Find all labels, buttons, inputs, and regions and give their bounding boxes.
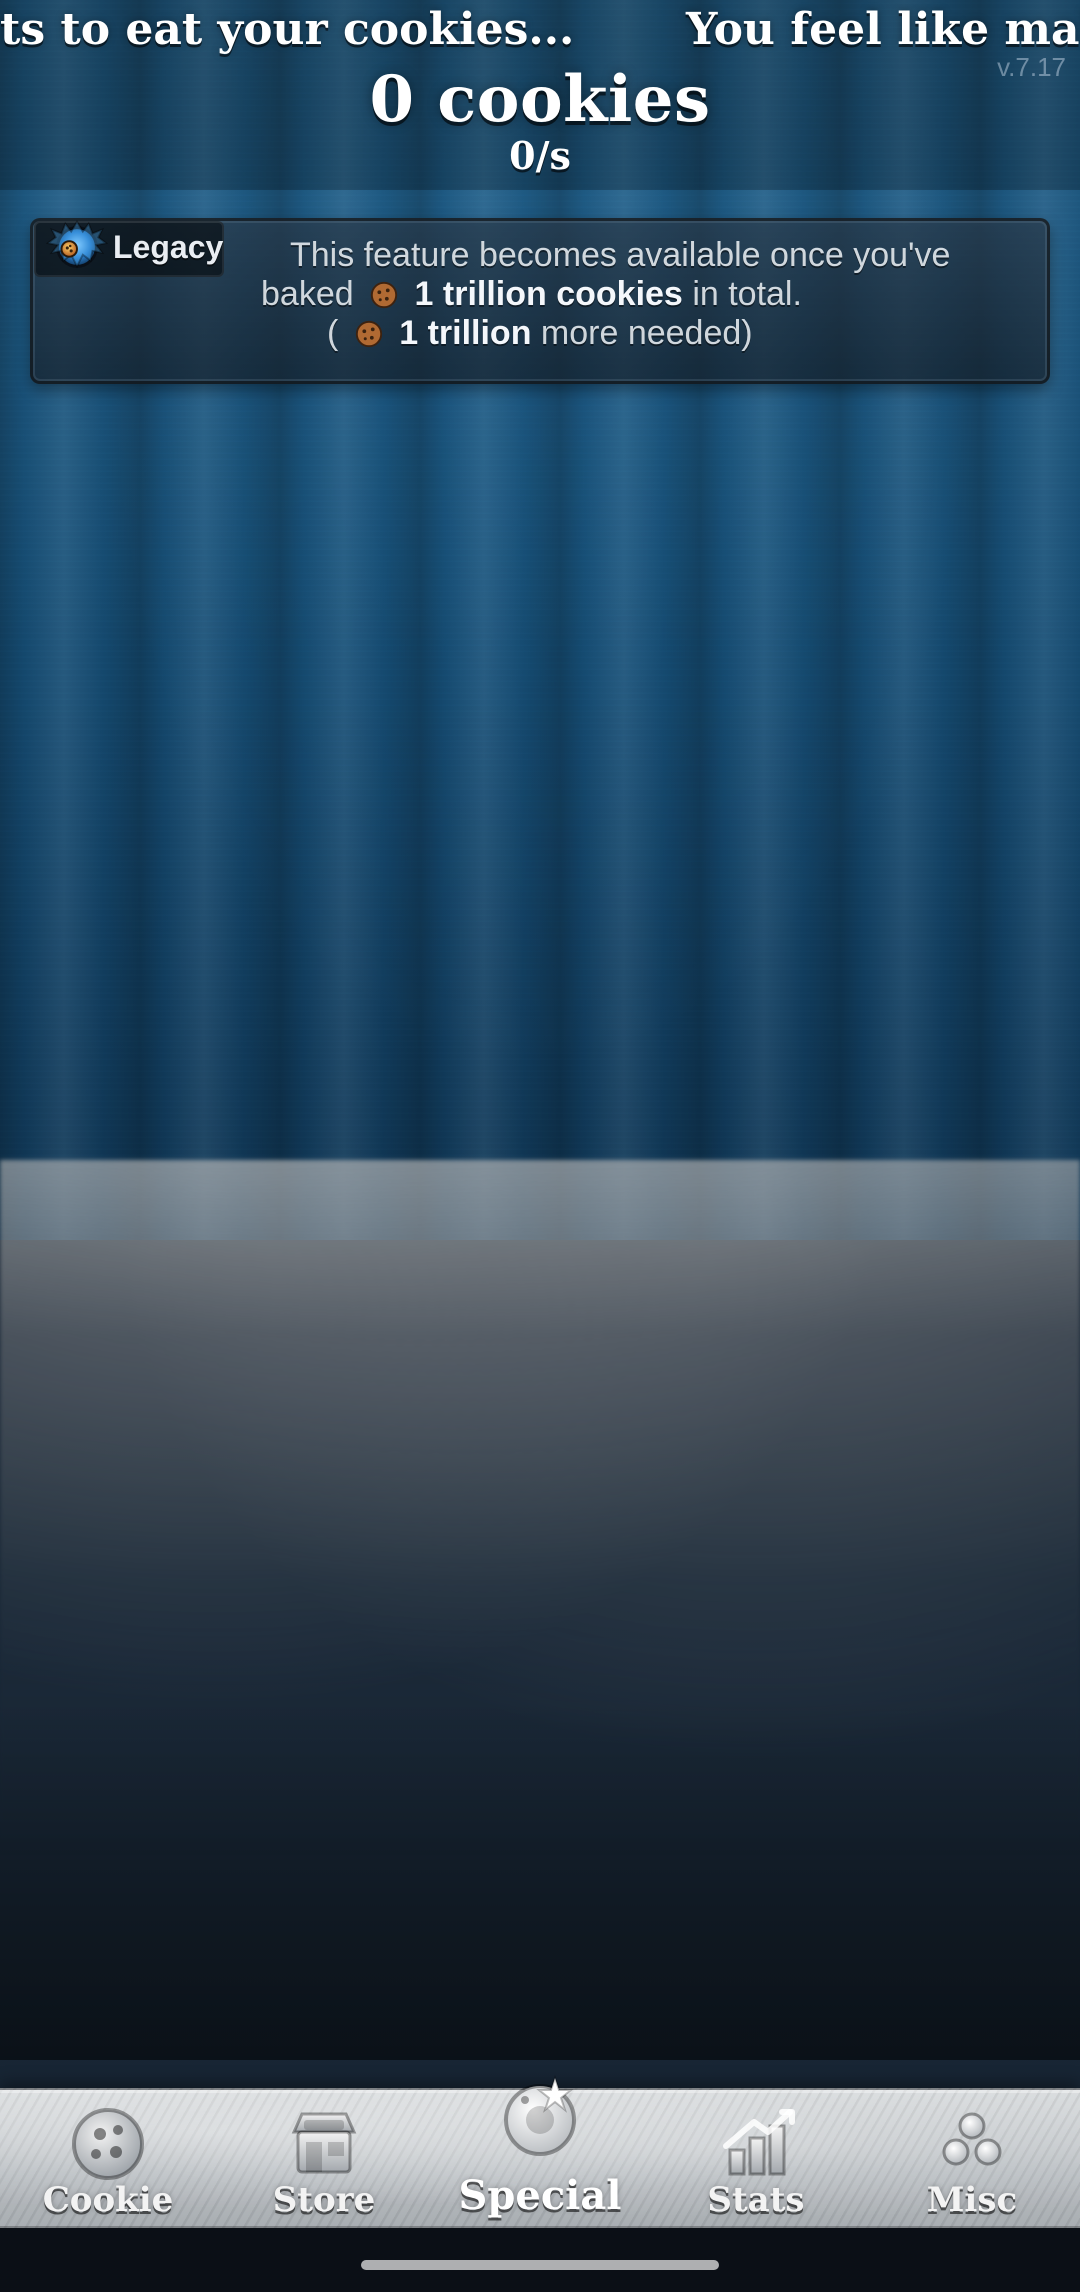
nav-item-stats[interactable]: Stats — [648, 2088, 864, 2228]
cookie-count: 0 cookies — [369, 62, 711, 137]
legacy-line3-suffix: more needed) — [540, 314, 753, 352]
stats-icon — [723, 2109, 795, 2176]
legacy-line3-open: ( — [327, 314, 339, 352]
nav-item-store[interactable]: Store — [216, 2088, 432, 2228]
legacy-message-line-3: ( 1 trillion more needed) — [245, 314, 1015, 353]
nav-item-misc[interactable]: Misc — [864, 2088, 1080, 2228]
legacy-line2-bold: 1 trillion cookies — [414, 275, 683, 313]
misc-icon — [942, 2112, 1002, 2166]
legacy-message-line-1: This feature becomes available once you'… — [290, 236, 951, 274]
nav-label-store: Store — [272, 2180, 376, 2220]
legacy-line3-bold: 1 trillion — [399, 314, 532, 352]
nav-item-special[interactable]: Special — [432, 2074, 648, 2228]
legacy-tab-label[interactable]: Legacy — [113, 229, 223, 266]
legacy-icon — [46, 219, 108, 269]
legacy-line2-suffix: in total. — [692, 275, 802, 313]
nav-label-misc: Misc — [926, 2180, 1018, 2220]
home-indicator[interactable] — [361, 2260, 719, 2270]
nav-label-special: Special — [458, 2172, 622, 2219]
nav-label-stats: Stats — [707, 2180, 805, 2220]
cookie-icon — [355, 320, 382, 348]
special-icon — [504, 2074, 576, 2156]
legacy-message-line-2: baked 1 trillion cookies in total. — [245, 275, 1015, 314]
nav-label-cookie: Cookie — [42, 2180, 174, 2220]
app-root: ts to eat your cookies... You feel like … — [0, 0, 1080, 2292]
legacy-line2-prefix: baked — [261, 275, 354, 313]
nav-item-cookie[interactable]: Cookie — [0, 2088, 216, 2228]
cookie-icon — [72, 2108, 144, 2180]
bottom-shade — [0, 1700, 1080, 2060]
cookie-icon — [370, 281, 398, 309]
shop-icon — [291, 2112, 357, 2174]
legacy-message: This feature becomes available once you'… — [245, 236, 1015, 353]
cookies-per-second: 0/s — [509, 133, 571, 178]
